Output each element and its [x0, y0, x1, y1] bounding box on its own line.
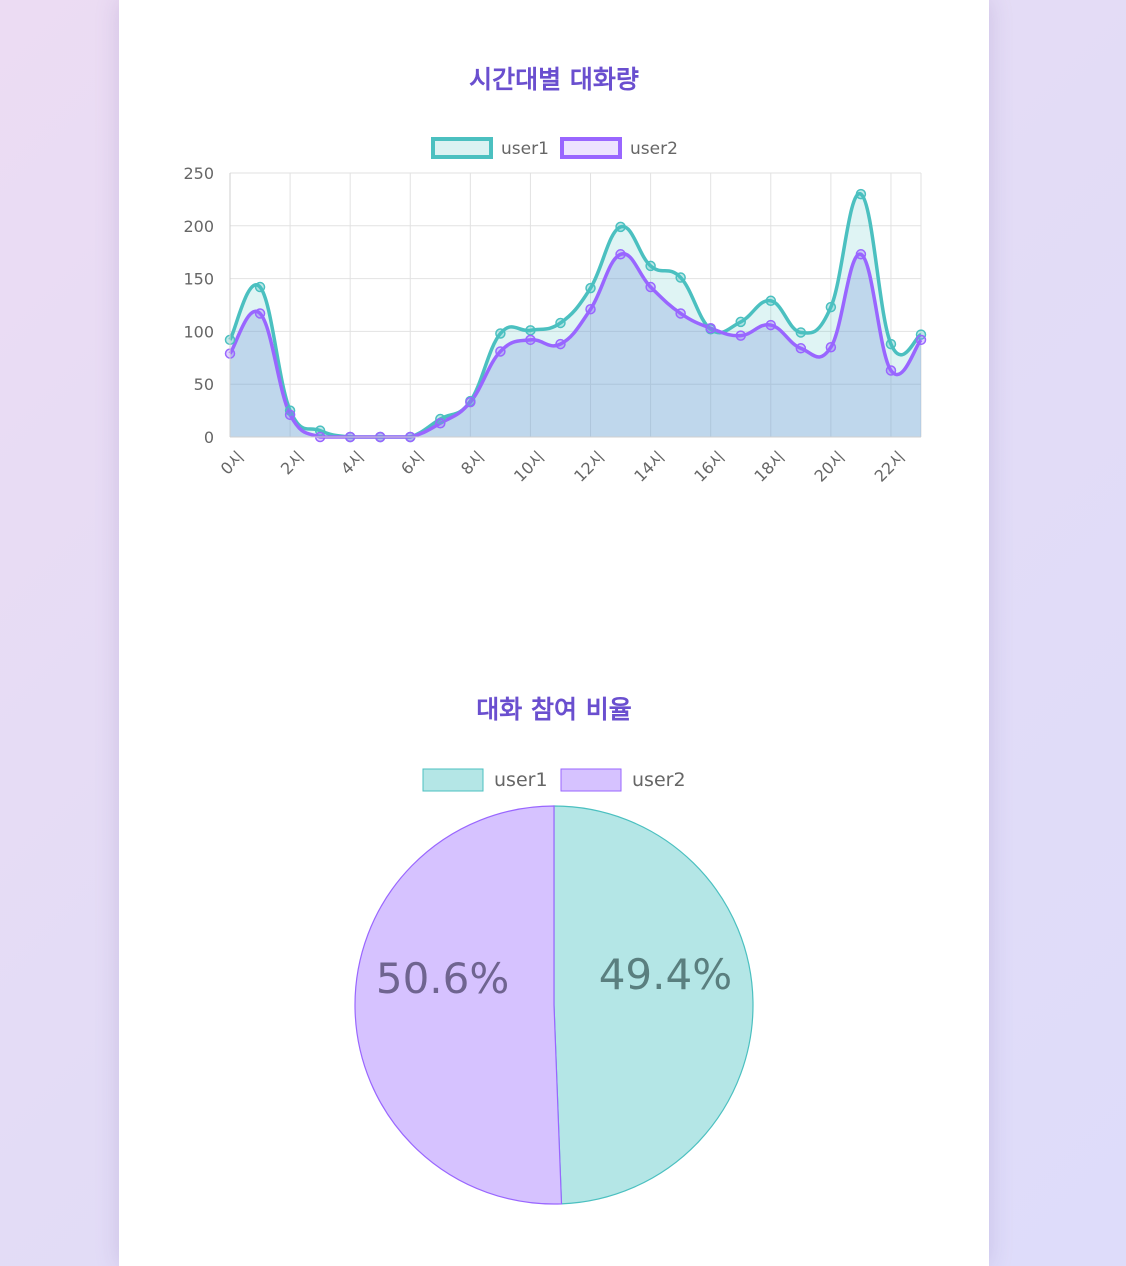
user2-slice[interactable] — [354, 805, 563, 1205]
user2-pie-legend-swatch[interactable] — [560, 768, 622, 792]
pie-slices — [354, 805, 754, 1205]
user2-pie-legend-label[interactable]: user2 — [632, 769, 686, 791]
pie-legend[interactable]: user1 user2 — [422, 768, 686, 792]
user1-slice[interactable] — [553, 805, 754, 1205]
user1-percent-label: 49.4% — [599, 950, 732, 999]
participation-pie-chart: 49.4% 50.6% user1 user2 — [354, 768, 754, 1205]
user1-pie-legend-swatch[interactable] — [422, 768, 484, 792]
user2-percent-label: 50.6% — [376, 954, 509, 1003]
chart-card: 시간대별 대화량 0 50 100 150 200 250 0시 2시 4시 6시 8시 10시 12시… — [119, 0, 989, 1266]
user1-pie-legend-label[interactable]: user1 — [494, 769, 548, 791]
